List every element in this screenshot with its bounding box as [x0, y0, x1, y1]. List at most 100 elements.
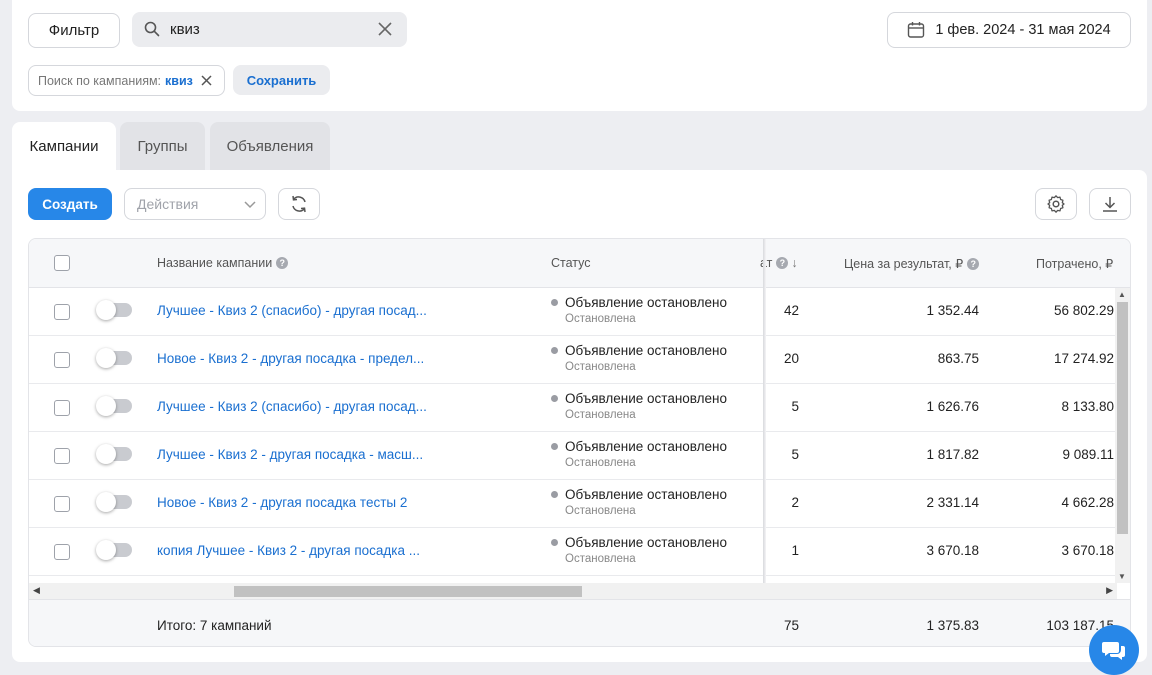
tab-groups[interactable]: Группы	[120, 122, 205, 170]
spent-value: 4 662.28	[1061, 495, 1114, 510]
substatus-text: Остановлена	[565, 457, 636, 469]
tab-ads[interactable]: Объявления	[210, 122, 330, 170]
status-text: Объявление остановлено	[565, 295, 728, 310]
status-text: Объявление остановлено	[565, 487, 728, 502]
save-filter-button[interactable]: Сохранить	[233, 65, 330, 95]
column-header-cost[interactable]: Цена за результат, ₽ ?	[844, 256, 980, 271]
status-dot	[551, 347, 558, 354]
table-row[interactable]: Лучшее - Квиз 2 (спасибо) - другая посад…	[29, 288, 1130, 336]
column-header-spent-label: Потрачено, ₽	[1036, 257, 1114, 271]
spent-value: 3 670.18	[1061, 543, 1114, 558]
status-cell: Объявление остановлено Остановлена	[551, 535, 727, 565]
status-cell: Объявление остановлено Остановлена	[551, 343, 727, 373]
calendar-icon	[907, 21, 925, 39]
campaign-name-link[interactable]: Лучшее - Квиз 2 (спасибо) - другая посад…	[157, 303, 427, 318]
support-chat-button[interactable]	[1089, 625, 1139, 675]
table-row[interactable]: копия Лучшее - Квиз 2 - другая посадка .…	[29, 528, 1130, 576]
refresh-button[interactable]	[278, 188, 320, 220]
campaign-toggle[interactable]	[96, 396, 132, 416]
row-checkbox[interactable]	[54, 544, 70, 560]
active-filter-chip: Поиск по кампаниям: квиз	[28, 65, 225, 96]
chip-prefix: Поиск по кампаниям:	[38, 73, 162, 88]
column-header-spent[interactable]: Потрачено, ₽	[1036, 256, 1113, 271]
status-cell: Объявление остановлено Остановлена	[551, 487, 727, 517]
vertical-scroll-thumb[interactable]	[1117, 302, 1128, 534]
select-all-checkbox[interactable]	[54, 255, 70, 271]
spent-value: 56 802.29	[1053, 303, 1114, 318]
date-range-label: 1 фев. 2024 - 31 мая 2024	[935, 22, 1111, 38]
date-range-picker[interactable]: 1 фев. 2024 - 31 мая 2024	[887, 12, 1131, 48]
status-text: Объявление остановлено	[565, 535, 728, 550]
create-button[interactable]: Создать	[28, 188, 112, 220]
scroll-down-arrow-icon[interactable]: ▼	[1118, 572, 1126, 581]
table-row[interactable]: Новое - Квиз 2 - другая посадка тесты 2 …	[29, 480, 1130, 528]
table-totals-row: Итого: 7 кампаний 75 1 375.83 103 187.15	[29, 599, 1130, 646]
campaign-name-link[interactable]: Лучшее - Квиз 2 - другая посадка - масш.…	[157, 447, 423, 462]
column-header-name-label: Название кампании	[157, 256, 273, 270]
row-checkbox[interactable]	[54, 448, 70, 464]
results-value: 5	[791, 447, 799, 462]
table-row[interactable]: Новое - Квиз 2 - другая посадка - предел…	[29, 336, 1130, 384]
status-text: Объявление остановлено	[565, 343, 728, 358]
chevron-down-icon	[243, 197, 257, 211]
campaign-toggle[interactable]	[96, 300, 132, 320]
remove-filter-icon[interactable]	[201, 75, 212, 86]
status-dot	[551, 395, 558, 402]
table-row[interactable]: Лучшее - Квиз 2 - другая посадка - масш.…	[29, 432, 1130, 480]
search-input[interactable]: квиз	[132, 12, 407, 47]
campaign-name-link[interactable]: Новое - Квиз 2 - другая посадка тесты 2	[157, 495, 407, 510]
cost-value: 1 352.44	[926, 303, 979, 318]
vertical-scrollbar[interactable]: ▲ ▼	[1115, 288, 1130, 583]
search-icon	[144, 21, 162, 39]
spent-value: 8 133.80	[1061, 399, 1114, 414]
campaign-toggle[interactable]	[96, 492, 132, 512]
search-value: квиз	[170, 21, 200, 38]
download-button[interactable]	[1089, 188, 1131, 220]
tab-campaigns[interactable]: Кампании	[12, 122, 116, 170]
horizontal-scrollbar[interactable]: ◀ ▶	[29, 583, 1117, 599]
table-row[interactable]: Лучшее - Квиз 2 (спасибо) - другая посад…	[29, 384, 1130, 432]
refresh-icon	[292, 195, 306, 213]
status-text: Объявление остановлено	[565, 439, 728, 454]
results-value: 1	[791, 543, 799, 558]
row-checkbox[interactable]	[54, 400, 70, 416]
campaign-toggle[interactable]	[96, 348, 132, 368]
clear-search-icon[interactable]	[377, 21, 395, 39]
cost-value: 1 626.76	[926, 399, 979, 414]
results-value: 2	[791, 495, 799, 510]
row-checkbox[interactable]	[54, 352, 70, 368]
row-checkbox[interactable]	[54, 496, 70, 512]
horizontal-scroll-thumb[interactable]	[234, 586, 582, 597]
help-icon[interactable]: ?	[276, 257, 289, 269]
campaigns-table: Название кампании ? Статус ат ? ↓ Цена з…	[28, 238, 1131, 647]
campaign-name-link[interactable]: Новое - Квиз 2 - другая посадка - предел…	[157, 351, 424, 366]
help-icon[interactable]: ?	[967, 257, 980, 270]
actions-placeholder: Действия	[137, 196, 199, 212]
table-settings-button[interactable]	[1035, 188, 1077, 220]
scroll-right-arrow-icon[interactable]: ▶	[1106, 585, 1113, 596]
totals-cost: 1 375.83	[926, 618, 979, 633]
status-cell: Объявление остановлено Остановлена	[551, 295, 727, 325]
frozen-column-divider	[763, 239, 766, 589]
status-dot	[551, 443, 558, 450]
column-header-name[interactable]: Название кампании ?	[157, 256, 289, 270]
campaign-name-link[interactable]: копия Лучшее - Квиз 2 - другая посадка .…	[157, 543, 420, 558]
campaign-name-link[interactable]: Лучшее - Квиз 2 (спасибо) - другая посад…	[157, 399, 427, 414]
actions-select[interactable]: Действия	[124, 188, 266, 220]
help-icon[interactable]: ?	[776, 257, 789, 269]
cost-value: 3 670.18	[926, 543, 979, 558]
scroll-up-arrow-icon[interactable]: ▲	[1118, 290, 1126, 299]
download-icon	[1103, 197, 1117, 212]
spent-value: 17 274.92	[1053, 351, 1114, 366]
campaign-toggle[interactable]	[96, 444, 132, 464]
substatus-text: Остановлена	[565, 409, 636, 421]
status-dot	[551, 491, 558, 498]
scroll-left-arrow-icon[interactable]: ◀	[33, 585, 40, 596]
results-value: 5	[791, 399, 799, 414]
status-dot	[551, 539, 558, 546]
campaign-toggle[interactable]	[96, 540, 132, 560]
filter-button[interactable]: Фильтр	[28, 13, 120, 48]
column-header-status[interactable]: Статус	[551, 256, 591, 270]
row-checkbox[interactable]	[54, 304, 70, 320]
substatus-text: Остановлена	[565, 553, 636, 565]
